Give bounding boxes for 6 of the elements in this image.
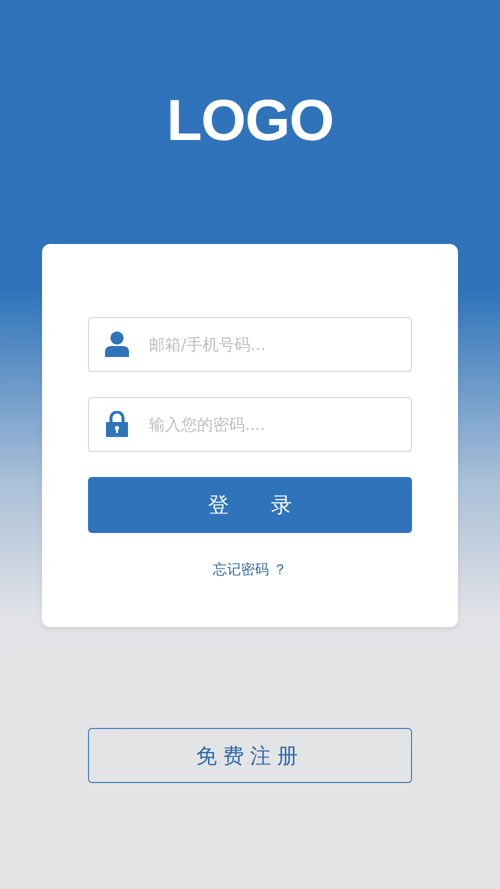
input-field[interactable]: 邮箱/手机号码...: [88, 317, 412, 372]
input-field[interactable]: 输入您的密码....: [88, 397, 412, 452]
logo: LOGO: [166, 88, 334, 154]
register-button[interactable]: 免费注册: [88, 728, 412, 783]
forgot-password-link[interactable]: 忘记密码 ？: [212, 561, 288, 579]
login-button[interactable]: 登 录: [88, 477, 412, 533]
